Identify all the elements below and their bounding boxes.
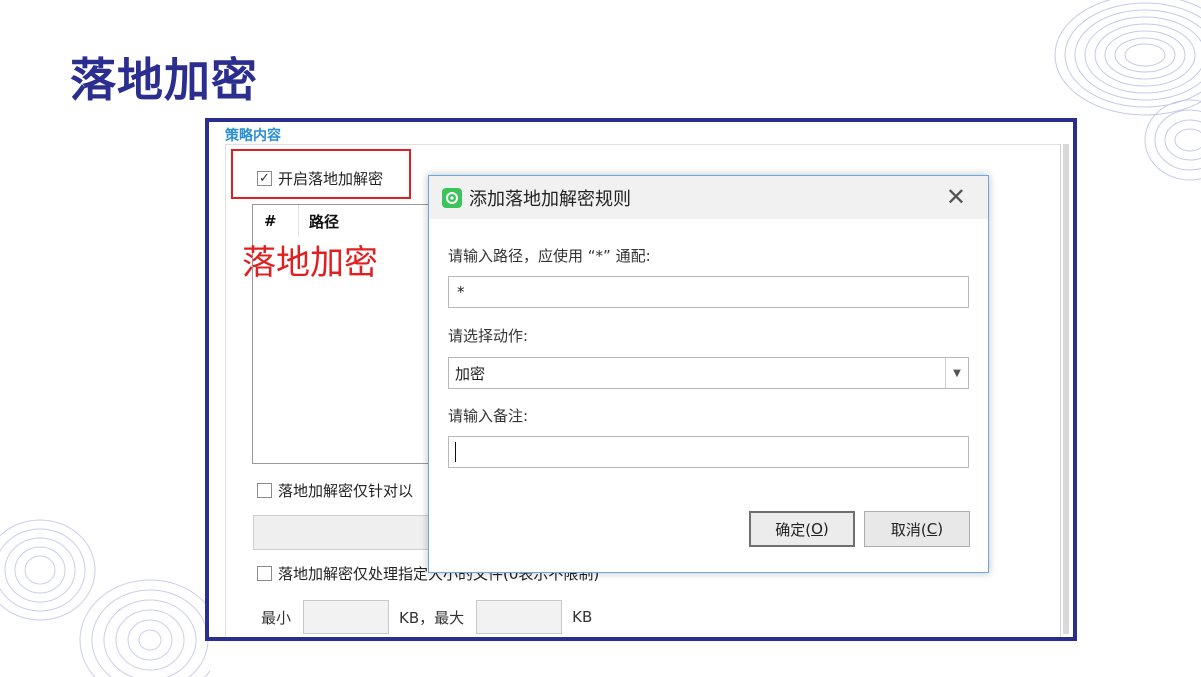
add-rule-dialog: 添加落地加解密规则 ✕ 请输入路径，应使用 “*” 通配: 请选择动作: 加密 … bbox=[428, 175, 989, 573]
ok-button-key: O bbox=[811, 520, 823, 538]
dialog-title: 添加落地加解密规则 bbox=[469, 188, 631, 210]
annotation-label: 落地加密 bbox=[242, 243, 378, 283]
cancel-button-close: ) bbox=[937, 520, 944, 538]
column-header-path[interactable]: 路径 bbox=[299, 211, 339, 232]
ok-button-close: ) bbox=[822, 520, 829, 538]
app-icon bbox=[442, 187, 462, 208]
size-row: 最小 KB，最大 KB bbox=[261, 600, 592, 634]
cancel-button-key: C bbox=[926, 520, 938, 538]
max-size-label: KB，最大 bbox=[399, 608, 465, 627]
highlight-box bbox=[231, 149, 411, 199]
option-checkbox-file-types[interactable]: 落地加解密仅针对以 bbox=[257, 480, 413, 501]
text-caret bbox=[455, 442, 456, 462]
min-size-label: 最小 bbox=[261, 608, 292, 627]
remark-label: 请输入备注: bbox=[448, 407, 529, 425]
checkbox-box[interactable] bbox=[257, 483, 272, 498]
column-header-index[interactable]: # bbox=[253, 205, 299, 237]
dialog-titlebar[interactable]: 添加落地加解密规则 ✕ bbox=[429, 176, 988, 219]
chevron-down-icon[interactable]: ▼ bbox=[945, 358, 968, 388]
size-unit-label: KB bbox=[572, 608, 593, 626]
ok-button-text: 确定( bbox=[775, 520, 812, 539]
remark-input[interactable] bbox=[448, 436, 969, 468]
path-label: 请输入路径，应使用 “*” 通配: bbox=[448, 247, 651, 265]
action-select-value: 加密 bbox=[455, 364, 486, 383]
action-label: 请选择动作: bbox=[448, 327, 529, 345]
cancel-button-text: 取消( bbox=[890, 520, 927, 539]
scrollbar[interactable] bbox=[1063, 144, 1069, 634]
decorative-pattern-bottom-left bbox=[0, 519, 210, 677]
path-input[interactable] bbox=[448, 276, 969, 308]
cancel-button[interactable]: 取消(C) bbox=[864, 511, 970, 547]
checkbox-box[interactable] bbox=[257, 566, 272, 581]
section-header: 策略内容 bbox=[225, 128, 281, 144]
ok-button[interactable]: 确定(O) bbox=[749, 511, 855, 547]
option-checkbox-file-types-label: 落地加解密仅针对以 bbox=[278, 482, 414, 500]
close-icon[interactable]: ✕ bbox=[946, 185, 966, 209]
min-size-input[interactable] bbox=[303, 600, 390, 634]
max-size-input[interactable] bbox=[476, 600, 563, 634]
slide-title: 落地加密 bbox=[70, 53, 258, 107]
action-select[interactable]: 加密 ▼ bbox=[448, 357, 969, 389]
